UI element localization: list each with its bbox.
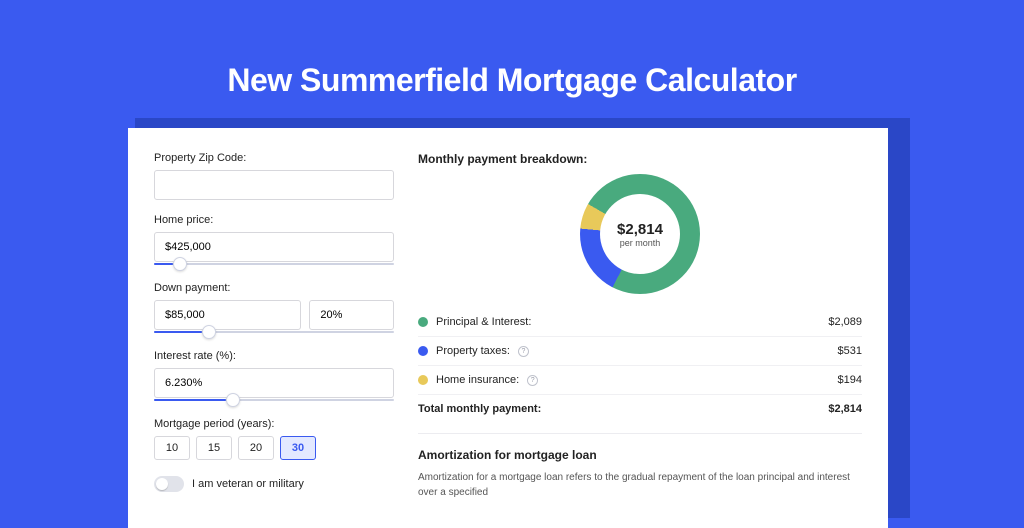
home-price-field-block: Home price: [154, 214, 394, 268]
legend-label: Home insurance: [436, 374, 519, 386]
zip-input[interactable] [154, 170, 394, 200]
legend: Principal & Interest: $2,089 Property ta… [418, 308, 862, 423]
slider-knob[interactable] [226, 393, 240, 407]
dot-icon [418, 375, 428, 385]
amort-text: Amortization for a mortgage loan refers … [418, 470, 862, 500]
period-15-button[interactable]: 15 [196, 436, 232, 460]
legend-row-total: Total monthly payment: $2,814 [418, 395, 862, 423]
period-20-button[interactable]: 20 [238, 436, 274, 460]
toggle-knob [156, 478, 168, 490]
veteran-toggle[interactable] [154, 476, 184, 492]
slider-fill [154, 399, 226, 401]
donut-wrap: $2,814 per month [418, 174, 862, 294]
legend-row-principal: Principal & Interest: $2,089 [418, 308, 862, 337]
amortization-section: Amortization for mortgage loan Amortizat… [418, 433, 862, 500]
down-payment-field-block: Down payment: [154, 282, 394, 336]
period-field-block: Mortgage period (years): 10 15 20 30 [154, 418, 394, 460]
donut-center: $2,814 per month [600, 194, 680, 274]
slider-track [154, 263, 394, 265]
zip-label: Property Zip Code: [154, 152, 394, 164]
home-price-slider[interactable] [154, 260, 394, 268]
veteran-label: I am veteran or military [192, 478, 304, 490]
period-group: 10 15 20 30 [154, 436, 394, 460]
total-value: $2,814 [828, 403, 862, 415]
slider-fill [154, 331, 202, 333]
info-icon[interactable]: ? [518, 346, 529, 357]
total-label: Total monthly payment: [418, 403, 541, 415]
calculator-card: Property Zip Code: Home price: Down paym… [128, 128, 888, 528]
period-30-button[interactable]: 30 [280, 436, 316, 460]
interest-label: Interest rate (%): [154, 350, 394, 362]
slider-fill [154, 263, 173, 265]
dot-icon [418, 346, 428, 356]
veteran-toggle-row: I am veteran or military [154, 476, 394, 492]
period-label: Mortgage period (years): [154, 418, 394, 430]
info-icon[interactable]: ? [527, 375, 538, 386]
legend-value: $2,089 [828, 316, 862, 328]
zip-field-block: Property Zip Code: [154, 152, 394, 200]
down-payment-pct-input[interactable] [309, 300, 394, 330]
slider-knob[interactable] [202, 325, 216, 339]
interest-slider[interactable] [154, 396, 394, 404]
legend-value: $194 [838, 374, 862, 386]
donut-amount: $2,814 [617, 221, 663, 238]
down-payment-label: Down payment: [154, 282, 394, 294]
down-payment-slider[interactable] [154, 328, 394, 336]
dot-icon [418, 317, 428, 327]
legend-row-insurance: Home insurance: ? $194 [418, 366, 862, 395]
form-panel: Property Zip Code: Home price: Down paym… [154, 152, 394, 528]
home-price-label: Home price: [154, 214, 394, 226]
home-price-input[interactable] [154, 232, 394, 262]
amort-title: Amortization for mortgage loan [418, 448, 862, 462]
breakdown-panel: Monthly payment breakdown: $2,814 per mo… [418, 152, 862, 528]
legend-value: $531 [838, 345, 862, 357]
legend-label: Principal & Interest: [436, 316, 531, 328]
legend-label: Property taxes: [436, 345, 510, 357]
interest-input[interactable] [154, 368, 394, 398]
interest-field-block: Interest rate (%): [154, 350, 394, 404]
down-payment-input[interactable] [154, 300, 301, 330]
slider-knob[interactable] [173, 257, 187, 271]
legend-row-taxes: Property taxes: ? $531 [418, 337, 862, 366]
period-10-button[interactable]: 10 [154, 436, 190, 460]
donut-chart: $2,814 per month [580, 174, 700, 294]
breakdown-title: Monthly payment breakdown: [418, 152, 862, 166]
page-title: New Summerfield Mortgage Calculator [0, 0, 1024, 99]
donut-sub: per month [620, 238, 661, 248]
